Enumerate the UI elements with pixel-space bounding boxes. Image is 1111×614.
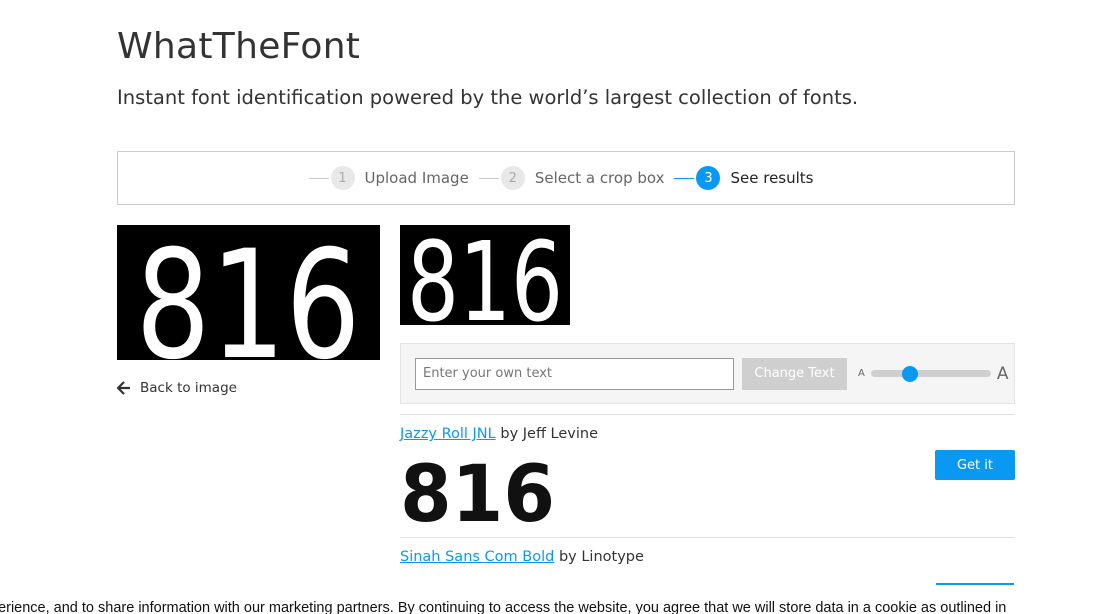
step-connector xyxy=(308,177,329,179)
font-name-link[interactable]: Jazzy Roll JNL xyxy=(400,426,496,442)
font-foundry: by Linotype xyxy=(558,549,644,565)
size-small-label: A xyxy=(858,368,865,379)
step-connector xyxy=(478,177,499,179)
step-upload-image: 1 Upload Image xyxy=(308,166,479,190)
back-to-image-link[interactable]: Back to image xyxy=(117,380,237,396)
step-number: 1 xyxy=(330,166,355,190)
result-title: Jazzy Roll JNL by Jeff Levine xyxy=(400,426,598,442)
step-connector xyxy=(674,177,695,179)
cookie-banner: perience, and to share information with … xyxy=(0,597,1111,614)
step-label: Select a crop box xyxy=(534,169,665,187)
uploaded-image: 816 xyxy=(117,225,380,360)
cropped-image: 816 xyxy=(400,225,570,325)
uploaded-image-text: 816 xyxy=(136,225,361,360)
arrow-left-icon xyxy=(117,381,130,395)
font-sample: 816 xyxy=(400,450,560,540)
cookie-banner-text: perience, and to share information with … xyxy=(0,600,1007,614)
step-select-crop-box: 2 Select a crop box xyxy=(478,166,675,190)
page-subtitle: Instant font identification powered by t… xyxy=(117,86,859,109)
get-it-button[interactable] xyxy=(936,583,1014,585)
change-text-button[interactable]: Change Text xyxy=(742,357,847,390)
step-label: See results xyxy=(730,169,814,187)
step-label: Upload Image xyxy=(364,169,469,187)
custom-text-input[interactable] xyxy=(415,357,734,390)
result-item: Jazzy Roll JNL by Jeff Levine 816 Get it xyxy=(400,414,1015,540)
steps-progress: 1 Upload Image 2 Select a crop box 3 See… xyxy=(117,151,1015,205)
back-link-label: Back to image xyxy=(140,380,237,396)
get-it-button[interactable]: Get it xyxy=(935,450,1015,480)
font-name-link[interactable]: Sinah Sans Com Bold xyxy=(400,549,554,565)
step-see-results: 3 See results xyxy=(674,166,823,190)
font-sample-text: 816 xyxy=(400,451,555,526)
custom-text-panel: Change Text A A xyxy=(400,343,1015,404)
text-size-slider[interactable] xyxy=(870,365,991,383)
step-number: 3 xyxy=(696,166,721,190)
slider-thumb[interactable] xyxy=(901,365,918,382)
result-title: Sinah Sans Com Bold by Linotype xyxy=(400,549,644,565)
result-item: Sinah Sans Com Bold by Linotype xyxy=(400,537,1015,597)
slider-track xyxy=(870,370,991,377)
step-number: 2 xyxy=(500,166,525,190)
size-large-label: A xyxy=(996,363,1009,384)
cropped-image-text: 816 xyxy=(407,225,563,325)
page-title: WhatTheFont xyxy=(117,26,361,67)
font-foundry: by Jeff Levine xyxy=(500,426,599,442)
